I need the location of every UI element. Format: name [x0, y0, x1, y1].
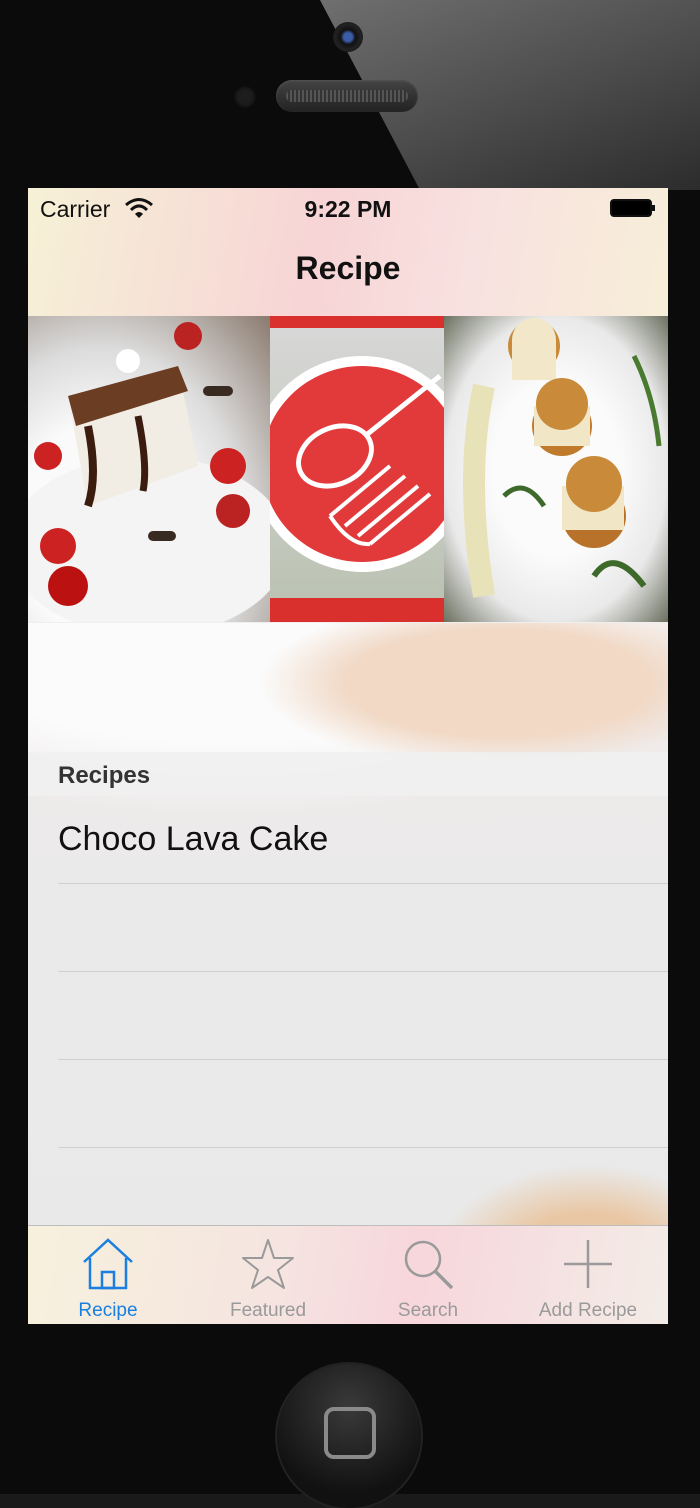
- earpiece-speaker: [276, 80, 418, 112]
- phone-frame: Carrier 9:22 PM Recipe Recipes Choco Lav…: [0, 0, 700, 1508]
- page-title: Recipe: [295, 250, 401, 286]
- tab-bar: Recipe Featured Search Add Recipe: [28, 1225, 668, 1324]
- star-icon: [242, 1239, 294, 1289]
- tab-search[interactable]: Search: [348, 1226, 508, 1324]
- status-bar: Carrier 9:22 PM: [28, 188, 668, 228]
- cake-illustration: [28, 322, 270, 622]
- tab-label: Featured: [229, 1300, 307, 1321]
- fork-spoon-logo-icon: [270, 316, 444, 622]
- house-icon: [83, 1238, 133, 1290]
- battery-icon: [610, 199, 655, 217]
- app-screen: Carrier 9:22 PM Recipe Recipes Choco Lav…: [28, 188, 668, 1324]
- scallops-illustration: [463, 318, 662, 598]
- magnifier-icon: [404, 1240, 454, 1290]
- list-item[interactable]: [28, 1060, 668, 1148]
- tab-featured[interactable]: Featured: [188, 1226, 348, 1324]
- section-title: Recipes: [58, 762, 151, 789]
- home-square-icon: [324, 1407, 376, 1459]
- proximity-sensor: [234, 86, 256, 108]
- recipe-list: Choco Lava Cake: [28, 796, 668, 1148]
- section-header: Recipes: [28, 752, 668, 796]
- row-divider: [58, 1147, 668, 1148]
- list-item[interactable]: [28, 972, 668, 1060]
- tab-add-recipe[interactable]: Add Recipe: [508, 1226, 668, 1324]
- plus-icon: [564, 1240, 612, 1288]
- home-button[interactable]: [277, 1364, 421, 1508]
- status-time: 9:22 PM: [304, 196, 392, 222]
- chocolate-cake-photo[interactable]: [28, 316, 270, 622]
- list-item[interactable]: [28, 884, 668, 972]
- recipe-name: Choco Lava Cake: [58, 820, 329, 858]
- navigation-header: Carrier 9:22 PM Recipe: [28, 188, 668, 317]
- tab-label: Recipe: [78, 1300, 138, 1321]
- list-item[interactable]: Choco Lava Cake: [28, 796, 668, 884]
- front-camera: [333, 22, 363, 52]
- tab-label: Search: [397, 1300, 459, 1321]
- recipe-app-logo[interactable]: [270, 316, 444, 622]
- tab-recipe[interactable]: Recipe: [28, 1226, 188, 1324]
- image-banner[interactable]: [28, 316, 668, 623]
- tab-label: Add Recipe: [538, 1300, 638, 1321]
- scallops-photo[interactable]: [444, 316, 668, 622]
